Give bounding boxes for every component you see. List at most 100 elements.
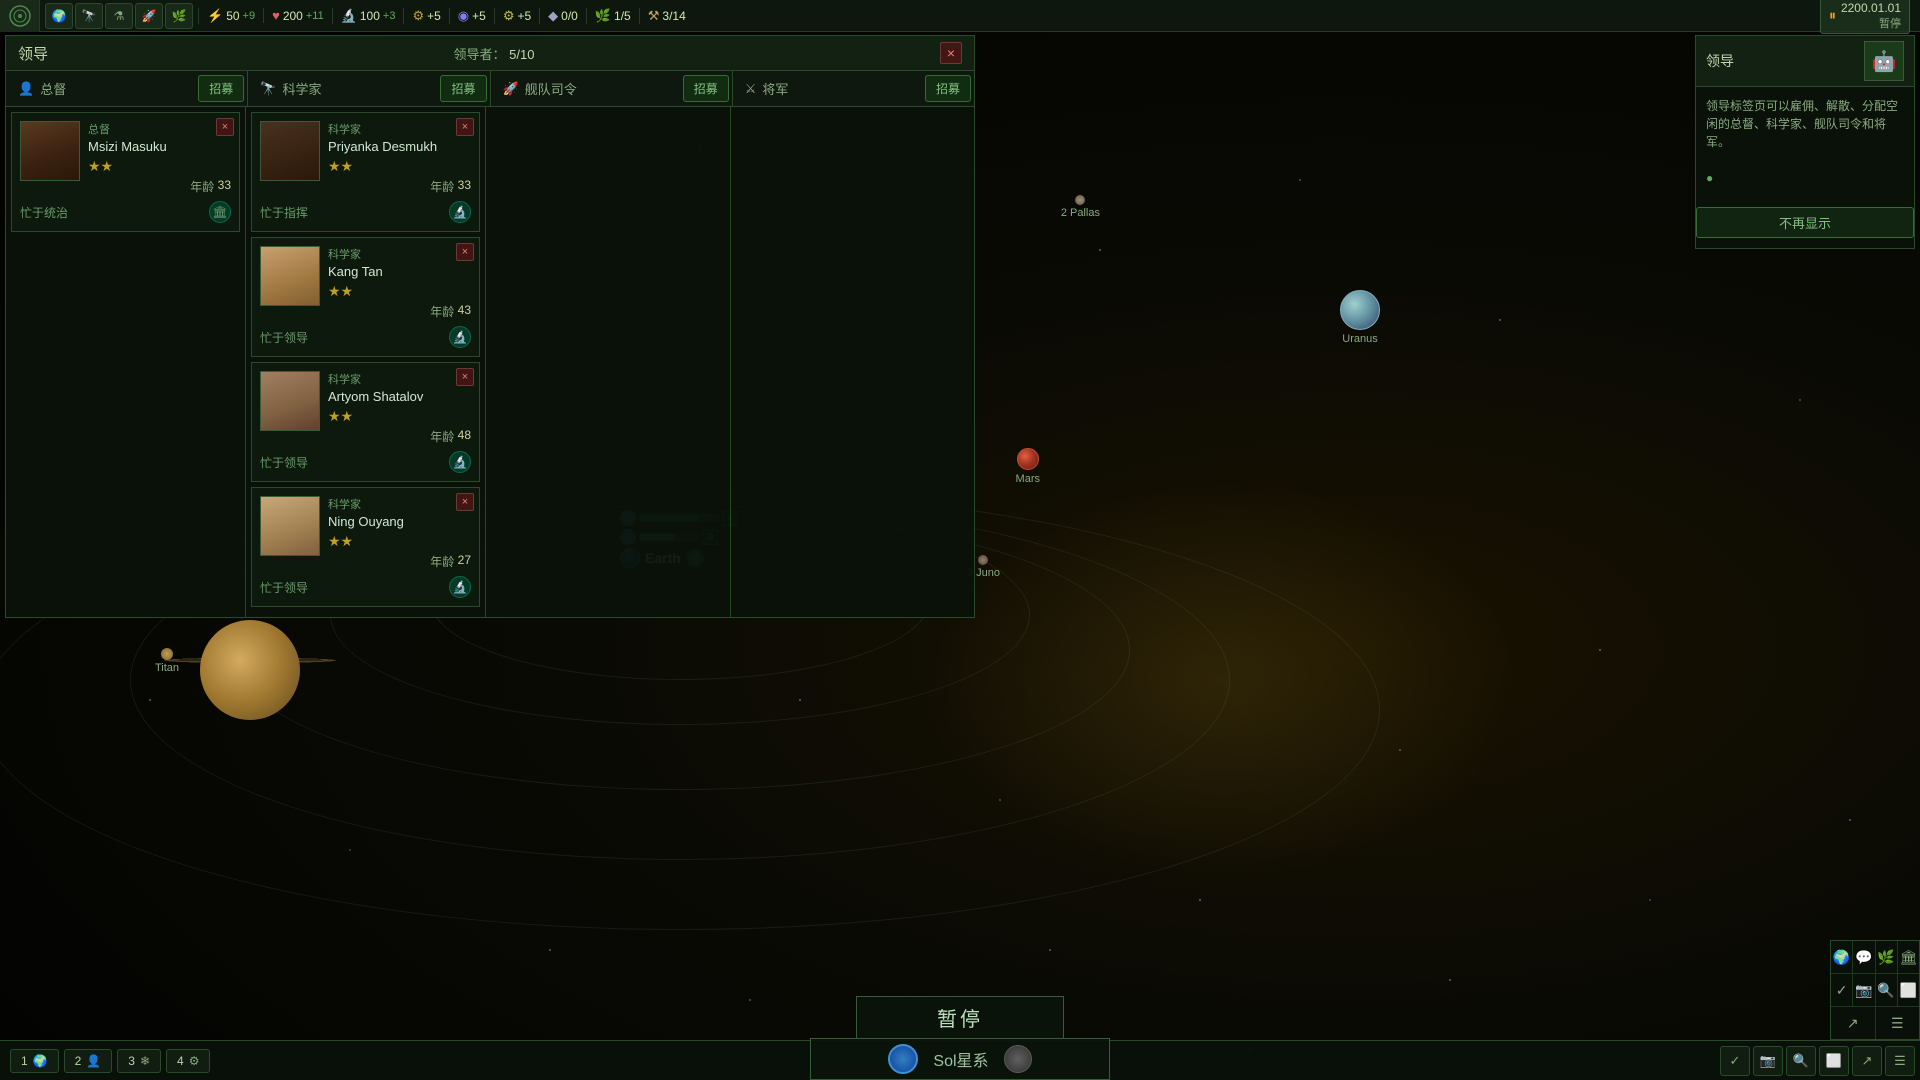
br-icon-5[interactable]: ↗ (1852, 1046, 1882, 1076)
governor-age-label: 年龄 (190, 178, 214, 195)
tab-scientist[interactable]: 🔭 科学家 (248, 71, 437, 106)
rbp-chat-icon[interactable]: 💬 (1853, 941, 1875, 973)
rbp-zoom-icon[interactable]: 🔍 (1876, 974, 1898, 1006)
artyom-role: 科学家 (328, 371, 471, 387)
date-display: 2200.01.01 (1841, 1, 1901, 15)
toolbar-btn-4[interactable]: 🚀 (135, 3, 163, 29)
governor-age-value: 33 (218, 178, 231, 195)
kang-portrait (260, 246, 320, 306)
bottom-tab-2[interactable]: 2 👤 (64, 1049, 113, 1073)
priyanka-header: 科学家 Priyanka Desmukh ★★ 年龄 33 (260, 121, 471, 195)
titan-body (161, 648, 173, 660)
mars-planet[interactable]: Mars (1016, 448, 1040, 485)
right-bottom-panel: 🌍 💬 🌿 🏛 ✓ 📷 🔍 ⬜ ↗ ☰ (1830, 940, 1920, 1040)
kang-role: 科学家 (328, 246, 471, 262)
br-icon-1[interactable]: ✓ (1720, 1046, 1750, 1076)
governor-name: Msizi Masuku (88, 139, 231, 154)
tab-general[interactable]: ⚔ 将军 (733, 71, 922, 106)
rbp-square-icon[interactable]: ⬜ (1898, 974, 1919, 1006)
general-recruit-btn[interactable]: 招募 (925, 75, 971, 102)
ning-status-icon: 🔬 (449, 576, 471, 598)
pop-plus: +11 (306, 10, 324, 22)
tab-section-general: ⚔ 将军 招募 (733, 71, 974, 106)
br-icon-4[interactable]: ⬜ (1819, 1046, 1849, 1076)
br-icon-3[interactable]: 🔍 (1786, 1046, 1816, 1076)
toolbar-btn-3[interactable]: ⚗ (105, 3, 133, 29)
rbp-nature-icon[interactable]: 🌿 (1876, 941, 1898, 973)
pallas-planet[interactable]: 2 Pallas (1061, 195, 1100, 219)
rbp-check-icon[interactable]: ✓ (1831, 974, 1853, 1006)
alloys-value: 0/0 (561, 9, 578, 23)
uranus-body (1340, 290, 1380, 330)
consumer-value: 1/5 (614, 9, 631, 23)
priyanka-close-btn[interactable]: × (456, 118, 474, 136)
tab-section-governor: 👤 总督 招募 (6, 71, 248, 106)
top-icon-group: 🌍 🔭 ⚗ 🚀 🌿 (40, 3, 198, 29)
scientist-recruit-btn[interactable]: 招募 (440, 75, 486, 102)
br-icon-6[interactable]: ☰ (1885, 1046, 1915, 1076)
info-panel: 领导 🤖 领导标签页可以雇佣、解散、分配空闲的总督、科学家、舰队司令和将军。 ●… (1695, 35, 1915, 249)
uranus-planet[interactable]: Uranus (1340, 290, 1380, 345)
governor-close-btn[interactable]: × (216, 118, 234, 136)
admiral-icon: 🚀 (503, 81, 519, 97)
ning-info: 科学家 Ning Ouyang ★★ 年龄 27 (328, 496, 471, 570)
admiral-recruit-btn[interactable]: 招募 (683, 75, 729, 102)
toolbar-btn-2[interactable]: 🔭 (75, 3, 103, 29)
rbp-camera-icon[interactable]: 📷 (1853, 974, 1875, 1006)
system-bar[interactable]: Sol星系 (810, 1038, 1110, 1080)
info-dot: ● (1706, 171, 1713, 185)
kang-age-value: 43 (458, 303, 471, 320)
sci-value: 100 (360, 9, 380, 23)
leader-count: 领导者： 5/10 (454, 44, 535, 63)
toolbar-btn-1[interactable]: 🌍 (45, 3, 73, 29)
priyanka-age: 年龄 33 (328, 178, 471, 195)
governor-column: × 总督 Msizi Masuku ★★ 年龄 33 (6, 107, 246, 617)
scientist-card-artyom: × 科学家 Artyom Shatalov ★★ 年龄 48 (251, 362, 480, 482)
rbp-globe-icon[interactable]: 🌍 (1831, 941, 1853, 973)
kang-close-btn[interactable]: × (456, 243, 474, 261)
governor-stars: ★★ (88, 158, 231, 175)
br-icon-2[interactable]: 📷 (1753, 1046, 1783, 1076)
priyanka-age-value: 33 (458, 178, 471, 195)
rbp-arrow-icon[interactable]: ↗ (1831, 1007, 1876, 1039)
tab-governor[interactable]: 👤 总督 (6, 71, 195, 106)
sci-plus: +3 (383, 10, 396, 22)
tab2-icon: 👤 (86, 1054, 101, 1068)
ning-name: Ning Ouyang (328, 514, 471, 529)
bottom-tab-1[interactable]: 1 🌍 (10, 1049, 59, 1073)
governor-icon: 👤 (18, 81, 34, 97)
tab-admiral[interactable]: 🚀 舰队司令 (491, 71, 680, 106)
governor-portrait (20, 121, 80, 181)
resource-consumer: 🌿 1/5 (586, 8, 639, 24)
no-show-button[interactable]: 不再显示 (1696, 207, 1914, 238)
tab2-num: 2 (75, 1054, 82, 1068)
prod-value: +5 (427, 9, 441, 23)
titan-label: Titan (155, 662, 179, 674)
bottom-tab-4[interactable]: 4 ⚙ (166, 1049, 210, 1073)
pause-button[interactable]: ⏸ 2200.01.01 暂停 (1820, 0, 1910, 34)
scientist-label: 科学家 (282, 79, 321, 98)
energy-value: 50 (226, 9, 239, 23)
bottom-tab-3[interactable]: 3 ❄ (117, 1049, 161, 1073)
artyom-close-btn[interactable]: × (456, 368, 474, 386)
pallas-label: 2 Pallas (1061, 207, 1100, 219)
kang-age-label: 年龄 (430, 303, 454, 320)
titan-planet[interactable]: Titan (155, 648, 179, 674)
ning-portrait (260, 496, 320, 556)
governor-recruit-btn[interactable]: 招募 (198, 75, 244, 102)
toolbar-btn-5[interactable]: 🌿 (165, 3, 193, 29)
unity-value: +5 (472, 9, 486, 23)
priyanka-name: Priyanka Desmukh (328, 139, 471, 154)
ning-close-btn[interactable]: × (456, 493, 474, 511)
system-secondary-icon (1004, 1045, 1032, 1073)
scientist-card-ning: × 科学家 Ning Ouyang ★★ 年龄 27 (251, 487, 480, 607)
saturn-planet[interactable]: Saturn (200, 620, 300, 719)
leader-panel-tabs: 👤 总督 招募 🔭 科学家 招募 🚀 舰队司令 招募 ⚔ 将军 招募 (6, 71, 974, 107)
artyom-status: 忙于领导 🔬 (260, 451, 471, 473)
top-right-controls: ⏸ 2200.01.01 暂停 (1820, 0, 1920, 34)
leader-panel-close[interactable]: × (940, 42, 962, 64)
artyom-status-text: 忙于领导 (260, 454, 308, 471)
rbp-menu-icon[interactable]: ☰ (1876, 1007, 1920, 1039)
rbp-building-icon[interactable]: 🏛 (1898, 941, 1919, 973)
game-logo[interactable] (0, 0, 40, 32)
